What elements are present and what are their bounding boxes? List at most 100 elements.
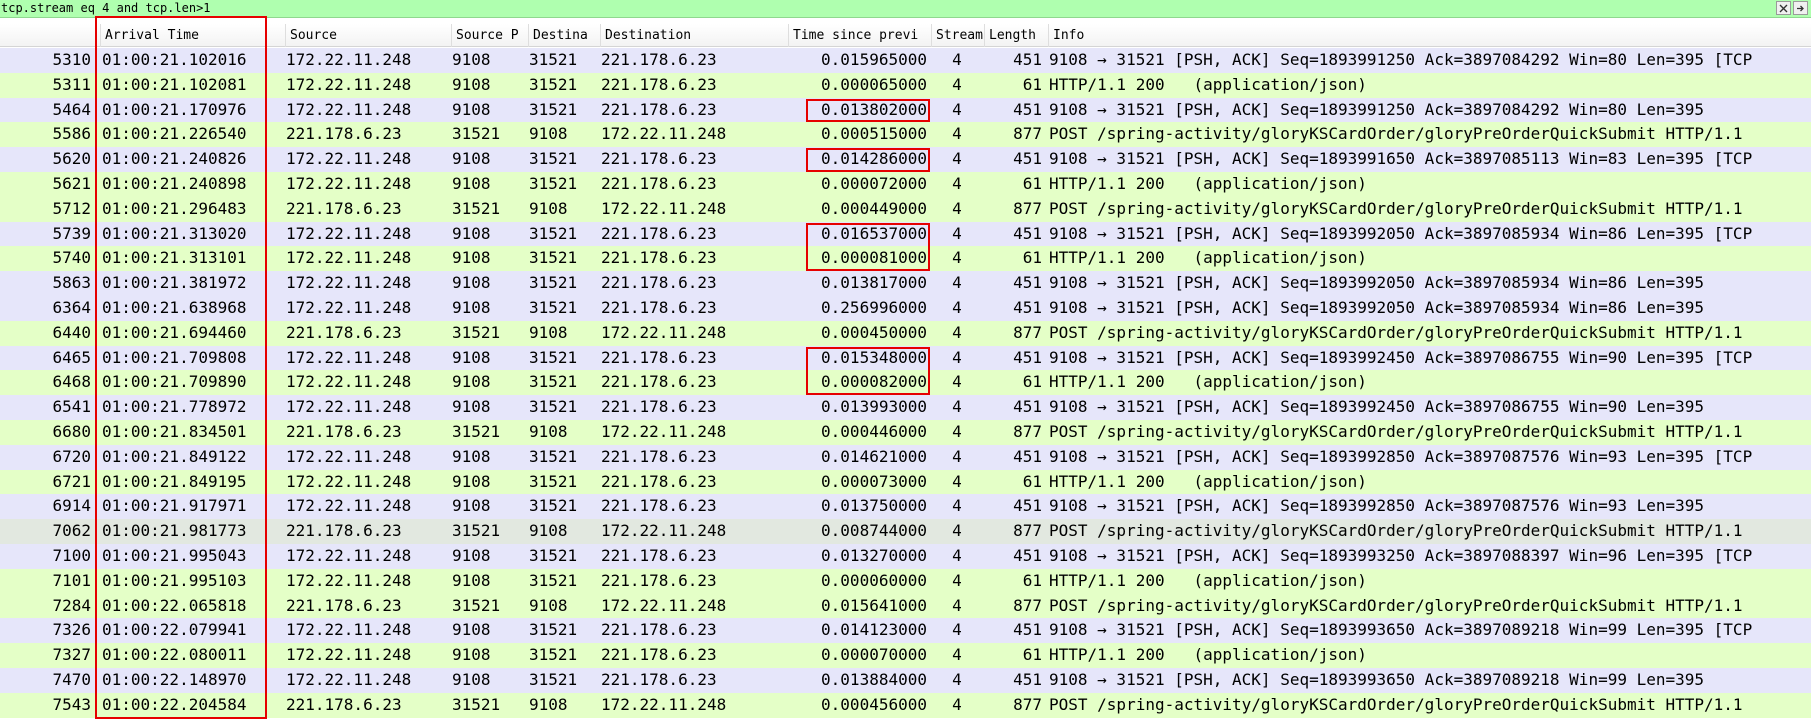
frame-length: 877 [1013,322,1042,342]
frame-length: 451 [1013,50,1042,69]
arrival-time: 01:00:22.080011 [102,645,247,665]
packet-number: 5740 [52,248,91,268]
column-header-stream[interactable]: Stream [932,24,985,47]
packet-row[interactable]: 5620 01:00:21.240826 172.22.11.248 9108 3152… [0,147,1811,172]
column-header-no[interactable] [0,24,101,47]
packet-row[interactable]: 5863 01:00:21.381972 172.22.11.248 9108 3152… [0,271,1811,296]
destination-port: 31521 [529,446,578,466]
arrival-time: 01:00:22.079941 [102,620,247,640]
packet-info: HTTP/1.1 200 (application/json) [1049,645,1367,665]
packet-row[interactable]: 6440 01:00:21.694460 221.178.6.23 31521 9108… [0,320,1811,346]
source-address: 172.22.11.248 [286,74,412,94]
destination-port: 31521 [529,496,578,516]
packet-info: 9108 → 31521 [PSH, ACK] Seq=1893992050 A… [1049,273,1705,293]
packet-row[interactable]: 6465 01:00:21.709808 172.22.11.248 9108 3152… [0,345,1811,371]
packet-row[interactable]: 7543 01:00:22.204584 221.178.6.23 31521 9108… [0,692,1811,718]
packet-info: POST /spring-activity/gloryKSCardOrder/g… [1049,322,1743,342]
packet-row[interactable]: 7100 01:00:21.995043 172.22.11.248 9108 3152… [0,543,1811,569]
frame-length: 451 [1013,446,1042,466]
source-port: 9108 [452,149,491,169]
packet-row[interactable]: 5464 01:00:21.170976 172.22.11.248 9108 3152… [0,97,1811,123]
packet-row[interactable]: 6914 01:00:21.917971 172.22.11.248 9108 3152… [0,494,1811,520]
packet-info: POST /spring-activity/gloryKSCardOrder/g… [1049,595,1743,615]
column-header-source-port[interactable]: Source P [452,24,529,47]
packet-row[interactable]: 6468 01:00:21.709890 172.22.11.248 9108 3152… [0,370,1811,396]
packet-row[interactable]: 7326 01:00:22.079941 172.22.11.248 9108 3152… [0,618,1811,644]
packet-info: 9108 → 31521 [PSH, ACK] Seq=1893992450 A… [1049,347,1753,367]
destination-address: 172.22.11.248 [601,124,727,144]
destination-port: 31521 [529,397,578,417]
packet-row[interactable]: 6720 01:00:21.849122 172.22.11.248 9108 3152… [0,444,1811,470]
destination-address: 221.178.6.23 [601,50,717,69]
packet-row[interactable]: 5586 01:00:21.226540 221.178.6.23 31521 9108… [0,122,1811,148]
arrival-time: 01:00:21.638968 [102,297,247,317]
packet-row[interactable]: 6721 01:00:21.849195 172.22.11.248 9108 3152… [0,469,1811,495]
frame-length: 877 [1013,124,1042,144]
frame-length: 451 [1013,297,1042,317]
arrival-time: 01:00:22.148970 [102,669,247,689]
destination-address: 221.178.6.23 [601,471,717,491]
source-port: 9108 [452,173,491,193]
destination-address: 221.178.6.23 [601,669,717,689]
apply-filter-button[interactable] [1793,1,1808,15]
packet-row[interactable]: 7062 01:00:21.981773 221.178.6.23 31521 9108… [0,519,1811,544]
packet-row[interactable]: 6541 01:00:21.778972 172.22.11.248 9108 3152… [0,395,1811,420]
packet-row[interactable]: 5311 01:00:21.102081 172.22.11.248 9108 3152… [0,72,1811,98]
stream-index: 4 [952,521,962,541]
packet-row[interactable]: 5310 01:00:21.102016 172.22.11.248 9108 3152… [0,48,1811,73]
stream-index: 4 [952,50,962,69]
column-header-info[interactable]: Info [1049,24,1811,47]
arrival-time: 01:00:21.313020 [102,223,247,243]
destination-address: 221.178.6.23 [601,99,717,119]
source-port: 31521 [452,421,501,441]
packet-number: 7100 [52,545,91,565]
packet-row[interactable]: 6364 01:00:21.638968 172.22.11.248 9108 3152… [0,295,1811,321]
clear-filter-button[interactable] [1776,1,1791,15]
frame-length: 451 [1013,545,1042,565]
packet-row[interactable]: 5739 01:00:21.313020 172.22.11.248 9108 3152… [0,221,1811,247]
frame-length: 61 [1022,372,1042,392]
packet-row[interactable]: 5621 01:00:21.240898 172.22.11.248 9108 3152… [0,171,1811,197]
stream-index: 4 [952,198,962,218]
arrival-time: 01:00:21.778972 [102,397,247,417]
source-port: 9108 [452,397,491,417]
source-address: 172.22.11.248 [286,645,412,665]
packet-row[interactable]: 7101 01:00:21.995103 172.22.11.248 9108 3152… [0,568,1811,594]
destination-port: 9108 [529,694,568,714]
packet-number: 6465 [52,347,91,367]
packet-row[interactable]: 5712 01:00:21.296483 221.178.6.23 31521 9108… [0,196,1811,222]
arrival-time: 01:00:21.995103 [102,570,247,590]
source-address: 172.22.11.248 [286,273,412,293]
column-header-arrival-time[interactable]: Arrival Time [101,24,286,47]
packet-row[interactable]: 7284 01:00:22.065818 221.178.6.23 31521 9108… [0,593,1811,619]
arrival-time: 01:00:21.240898 [102,173,247,193]
destination-address: 221.178.6.23 [601,297,717,317]
stream-index: 4 [952,446,962,466]
destination-address: 221.178.6.23 [601,397,717,417]
time-since-previous: 0.013270000 [821,545,927,565]
packet-row[interactable]: 6680 01:00:21.834501 221.178.6.23 31521 9108… [0,419,1811,445]
stream-index: 4 [952,545,962,565]
destination-address: 221.178.6.23 [601,74,717,94]
source-address: 172.22.11.248 [286,471,412,491]
destination-address: 221.178.6.23 [601,372,717,392]
packet-number: 7326 [52,620,91,640]
stream-index: 4 [952,372,962,392]
column-header-time-since-previous[interactable]: Time since previ [789,24,932,47]
column-header-destination[interactable]: Destination [601,24,789,47]
column-header-source[interactable]: Source [286,24,452,47]
packet-info: 9108 → 31521 [PSH, ACK] Seq=1893992850 A… [1049,446,1753,466]
column-header-row: Arrival Time Source Source P Destina Des… [0,24,1811,47]
source-address: 172.22.11.248 [286,397,412,417]
frame-length: 61 [1022,645,1042,665]
column-header-length[interactable]: Length [985,24,1049,47]
arrow-right-icon [1797,5,1804,11]
destination-port: 31521 [529,471,578,491]
column-header-destination-port[interactable]: Destina [529,24,601,47]
destination-address: 172.22.11.248 [601,521,727,541]
display-filter-input[interactable] [0,0,1771,17]
packet-row[interactable]: 5740 01:00:21.313101 172.22.11.248 9108 3152… [0,246,1811,272]
arrival-time: 01:00:21.240826 [102,149,247,169]
packet-row[interactable]: 7327 01:00:22.080011 172.22.11.248 9108 3152… [0,643,1811,668]
packet-row[interactable]: 7470 01:00:22.148970 172.22.11.248 9108 3152… [0,667,1811,693]
